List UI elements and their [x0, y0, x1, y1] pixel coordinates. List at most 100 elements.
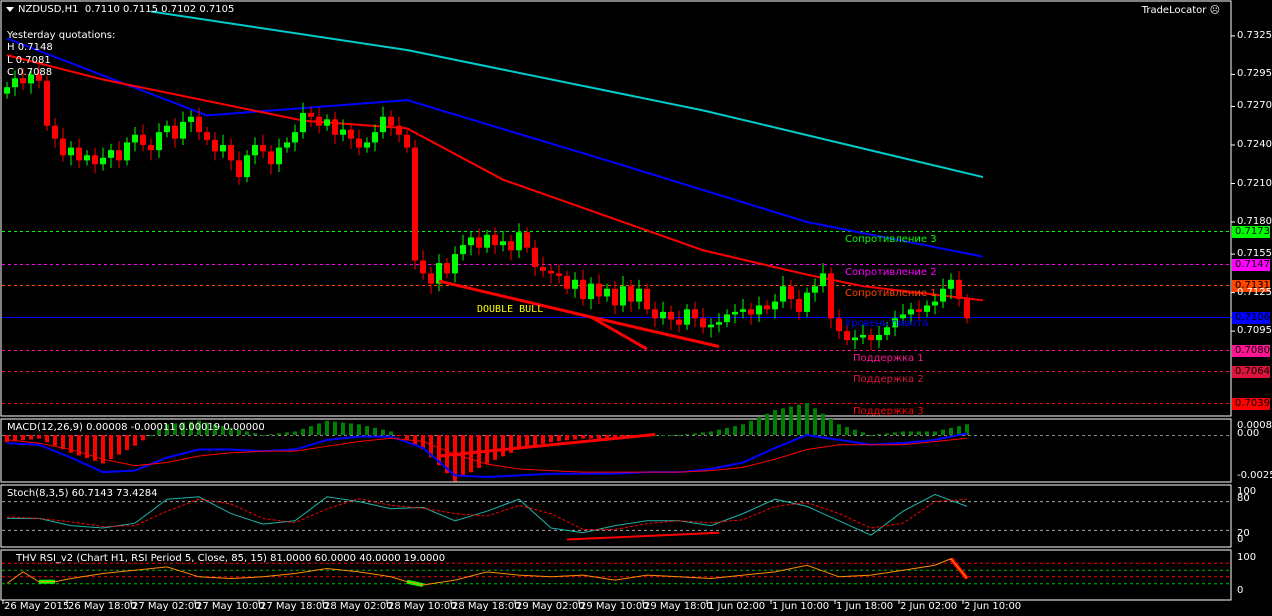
macd-histogram-bar — [413, 435, 417, 445]
candle — [132, 127, 138, 152]
time-axis-label: 1 Jun 10:00 — [772, 601, 830, 612]
candle — [372, 124, 378, 152]
macd-title: MACD(12,26,9) 0.00008 -0.00011 0.00019 0… — [7, 422, 265, 433]
candle-body — [484, 234, 490, 248]
candle-body — [220, 144, 226, 152]
macd-histogram-bar — [949, 427, 953, 435]
candle-body — [812, 286, 818, 293]
level-label: Поддержка 2 — [853, 373, 924, 385]
macd-histogram-bar — [109, 435, 113, 460]
candle-body — [652, 309, 658, 319]
candle — [244, 150, 250, 183]
candle-body — [428, 273, 434, 284]
candle — [148, 138, 154, 161]
candle-body — [172, 125, 178, 139]
macd-histogram-bar — [381, 429, 385, 435]
candle — [204, 127, 210, 145]
macd-histogram-bar — [909, 431, 913, 435]
candle-body — [44, 80, 50, 126]
macd-histogram-bar — [285, 432, 289, 435]
brand-label: TradeLocator — [1141, 5, 1207, 16]
macd-histogram-bar — [765, 413, 769, 435]
macd-histogram-bar — [565, 435, 569, 441]
candle-body — [188, 116, 194, 122]
level-label: Сопротивление 3 — [845, 233, 937, 245]
chart-canvas[interactable] — [0, 0, 1272, 616]
macd-histogram-bar — [5, 435, 9, 443]
yesterday-title: Yesterday quotations: — [7, 30, 116, 41]
candle — [452, 246, 458, 283]
candle-body — [828, 273, 834, 319]
time-axis-label: 28 May 18:00 — [452, 601, 521, 612]
candle — [716, 313, 722, 333]
time-axis-label: 28 May 10:00 — [388, 601, 457, 612]
macd-histogram-bar — [877, 434, 881, 436]
candle — [780, 275, 786, 309]
macd-histogram-bar — [693, 433, 697, 435]
candle-body — [852, 337, 858, 341]
level-label: Уровень пивота — [845, 317, 929, 329]
symbol-label: NZDUSD,H1 — [18, 4, 79, 15]
macd-histogram-bar — [701, 432, 705, 435]
candle-body — [756, 305, 762, 315]
time-axis-label: 26 May 18:00 — [68, 601, 137, 612]
candle-body — [844, 331, 850, 341]
macd-histogram-bar — [813, 408, 817, 435]
candle — [188, 110, 194, 133]
candle-body — [708, 324, 714, 328]
candle-body — [364, 142, 370, 148]
macd-histogram-bar — [773, 410, 777, 435]
level-label: Сопротивление 1 — [845, 287, 937, 299]
candle-body — [740, 309, 746, 312]
macd-histogram-bar — [341, 422, 345, 435]
candle — [124, 137, 130, 166]
candle — [444, 257, 450, 279]
chart-header: NZDUSD,H1 0.7110 0.7115 0.7102 0.7105 — [6, 4, 234, 15]
price-axis-label: 0.7325 — [1237, 29, 1272, 41]
candle — [68, 141, 74, 166]
macd-histogram-bar — [493, 435, 497, 460]
candle — [52, 118, 58, 148]
candle — [420, 250, 426, 280]
candle — [732, 304, 738, 324]
macd-histogram-bar — [261, 435, 265, 436]
candle-body — [780, 286, 786, 302]
candle-body — [628, 286, 634, 302]
candle-body — [108, 150, 114, 158]
candle — [268, 144, 274, 175]
candle — [92, 147, 98, 174]
candle — [284, 137, 290, 153]
price-axis-label: 0.7180 — [1237, 216, 1272, 227]
candle — [228, 138, 234, 171]
candle-body — [196, 116, 202, 133]
candle-body — [556, 273, 562, 276]
candle — [868, 328, 874, 351]
candle — [572, 272, 578, 298]
candle-body — [236, 160, 242, 178]
candle — [636, 279, 642, 310]
candle-body — [116, 150, 122, 161]
candle — [428, 266, 434, 294]
macd-histogram-bar — [573, 435, 577, 440]
candle — [724, 309, 730, 328]
candle — [612, 281, 618, 315]
tradelocator-brand[interactable]: TradeLocator ☹ — [1142, 5, 1220, 16]
macd-histogram-bar — [357, 424, 361, 435]
candle-body — [772, 301, 778, 310]
candle-body — [716, 322, 722, 325]
candle — [820, 263, 826, 293]
macd-histogram-bar — [781, 408, 785, 435]
collapse-triangle-icon[interactable] — [6, 6, 14, 12]
candle — [492, 227, 498, 255]
candle — [564, 270, 570, 294]
candle-body — [924, 305, 930, 312]
candle — [956, 270, 962, 307]
macd-histogram-bar — [533, 435, 537, 446]
macd-histogram-bar — [525, 435, 529, 448]
macd-histogram-bar — [661, 435, 665, 436]
candle-body — [372, 132, 378, 143]
stoch-trendline — [566, 531, 720, 541]
candle-body — [644, 288, 650, 310]
candle-body — [276, 147, 282, 165]
candle — [604, 283, 610, 302]
